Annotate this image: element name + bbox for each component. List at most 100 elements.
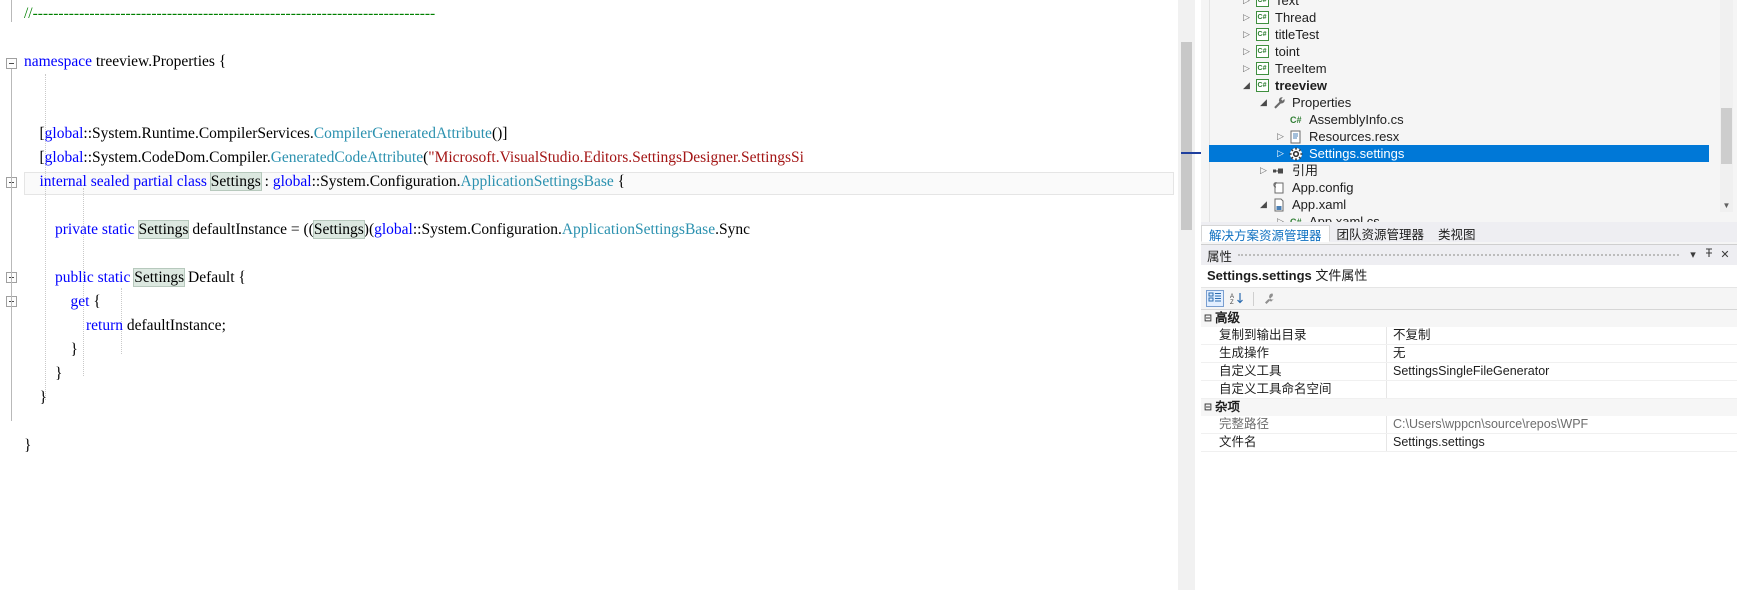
chevron-down-icon[interactable]: ◢ <box>1257 196 1270 213</box>
code-line[interactable] <box>24 98 804 122</box>
code-line[interactable]: get { <box>24 290 804 314</box>
tree-item-app.config[interactable]: App.config <box>1209 179 1709 196</box>
code-line[interactable]: } <box>24 434 804 458</box>
tool-window-tabstrip[interactable]: 解决方案资源管理器 团队资源管理器 类视图 <box>1201 222 1737 243</box>
code-line[interactable]: } <box>24 386 804 410</box>
chevron-down-icon[interactable]: ◢ <box>1240 77 1253 94</box>
property-value[interactable]: 不复制 <box>1387 327 1737 344</box>
chevron-right-icon[interactable]: ▷ <box>1240 26 1253 43</box>
tool-tab-0[interactable]: 解决方案资源管理器 <box>1201 225 1330 243</box>
code-editor[interactable]: //--------------------------------------… <box>0 0 1196 590</box>
categorized-view-icon[interactable] <box>1206 290 1224 307</box>
chevron-right-icon[interactable]: ▷ <box>1274 213 1287 222</box>
tree-item-app.xaml.cs[interactable]: ▷ C# App.xaml.cs <box>1209 213 1709 222</box>
code-line[interactable]: [global::System.Runtime.CompilerServices… <box>24 122 804 146</box>
code-token: internal sealed partial class <box>39 173 207 190</box>
code-line[interactable]: internal sealed partial class Settings :… <box>24 170 804 194</box>
collapse-box-icon[interactable]: ⊟ <box>1201 399 1215 416</box>
property-name: 复制到输出目录 <box>1215 327 1387 344</box>
chevron-down-icon[interactable]: ◢ <box>1257 94 1270 111</box>
property-row[interactable]: 完整路径 C:\Users\wppcn\source\repos\WPF <box>1201 416 1737 434</box>
tree-item-label: Settings.settings <box>1309 146 1405 161</box>
properties-toolbar[interactable]: A Z <box>1201 287 1737 310</box>
chevron-right-icon[interactable]: ▷ <box>1274 145 1287 162</box>
property-row[interactable]: 复制到输出目录 不复制 <box>1201 327 1737 345</box>
code-token: global <box>44 149 84 166</box>
config-icon <box>1270 181 1288 195</box>
tool-tab-1[interactable]: 团队资源管理器 <box>1330 225 1432 242</box>
solution-tree[interactable]: ▷ C# Text ▷ C# Thread ▷ C# titleTest ▷ C# toint ▷ C# T… <box>1209 0 1709 222</box>
code-line[interactable]: [global::System.CodeDom.Compiler.Generat… <box>24 146 804 170</box>
alphabetical-sort-icon[interactable]: A Z <box>1228 290 1246 307</box>
chevron-right-icon[interactable]: ▷ <box>1274 128 1287 145</box>
wrench-icon-svg <box>1265 293 1275 304</box>
property-row[interactable]: 文件名 Settings.settings <box>1201 434 1737 452</box>
tree-item-treeview[interactable]: ◢ C# treeview <box>1209 77 1709 94</box>
chevron-right-icon[interactable]: ▷ <box>1240 0 1253 9</box>
tree-item-assemblyinfo.cs[interactable]: C# AssemblyInfo.cs <box>1209 111 1709 128</box>
wrench-icon <box>1270 96 1288 110</box>
chevron-right-icon[interactable]: ▷ <box>1240 60 1253 77</box>
property-value[interactable]: Settings.settings <box>1387 434 1737 451</box>
code-line[interactable]: public static Settings Default { <box>24 266 804 290</box>
pin-icon[interactable] <box>1701 247 1717 263</box>
property-value[interactable]: SettingsSingleFileGenerator <box>1387 363 1737 380</box>
tree-item-titletest[interactable]: ▷ C# titleTest <box>1209 26 1709 43</box>
property-row[interactable]: 生成操作无 <box>1201 345 1737 363</box>
property-category[interactable]: ⊟ 杂项 <box>1201 399 1737 416</box>
tree-item-treeitem[interactable]: ▷ C# TreeItem <box>1209 60 1709 77</box>
code-token: [ <box>24 125 45 142</box>
tree-item-thread[interactable]: ▷ C# Thread <box>1209 9 1709 26</box>
tree-item-[interactable]: ▷ 引用 <box>1209 162 1709 179</box>
collapse-box-icon[interactable]: ⊟ <box>1201 310 1215 327</box>
tree-item-properties[interactable]: ◢ Properties <box>1209 94 1709 111</box>
csharp-file-icon-glyph: C# <box>1255 62 1269 75</box>
code-token: Settings <box>312 220 365 239</box>
code-text[interactable]: //--------------------------------------… <box>24 2 804 458</box>
code-line[interactable] <box>24 74 804 98</box>
property-pages-icon[interactable] <box>1261 290 1279 307</box>
tree-item-text[interactable]: ▷ C# Text <box>1209 0 1709 9</box>
properties-grid[interactable]: ⊟ 高级 复制到输出目录 不复制 生成操作无自定义工具 SettingsSingleFil… <box>1201 310 1737 452</box>
solution-explorer[interactable]: ▷ C# Text ▷ C# Thread ▷ C# titleTest ▷ C# toint ▷ C# T… <box>1201 0 1737 222</box>
tool-tab-2[interactable]: 类视图 <box>1431 225 1483 242</box>
close-icon[interactable]: ✕ <box>1717 247 1733 263</box>
code-line[interactable]: } <box>24 362 804 386</box>
chevron-down-icon[interactable]: ▼ <box>1720 199 1733 212</box>
tree-item-app.xaml[interactable]: ◢ App.xaml <box>1209 196 1709 213</box>
code-line[interactable]: private static Settings defaultInstance … <box>24 218 804 242</box>
code-line[interactable] <box>24 242 804 266</box>
property-row[interactable]: 自定义工具 SettingsSingleFileGenerator <box>1201 363 1737 381</box>
csharp-code-icon: C# <box>1287 113 1305 127</box>
solution-explorer-scrollbar[interactable] <box>1720 0 1733 212</box>
fold-toggle-namespace[interactable] <box>6 58 17 69</box>
code-line[interactable] <box>24 410 804 434</box>
code-line[interactable] <box>24 26 804 50</box>
properties-window[interactable]: 属性 ▾ ✕ Settings.settings 文件属性 A Z ⊟ 高级 复… <box>1201 244 1737 591</box>
chevron-right-icon[interactable]: ▷ <box>1240 9 1253 26</box>
property-value[interactable]: 无 <box>1387 345 1737 362</box>
solution-explorer-scrollbar-thumb[interactable] <box>1721 108 1732 164</box>
property-category-label: 高级 <box>1215 311 1241 325</box>
outlining-margin[interactable] <box>0 0 22 590</box>
chevron-down-icon[interactable]: ▾ <box>1685 247 1701 263</box>
code-line[interactable]: } <box>24 338 804 362</box>
code-line[interactable] <box>24 194 804 218</box>
tree-item-label: AssemblyInfo.cs <box>1309 112 1404 127</box>
code-line[interactable]: //--------------------------------------… <box>24 2 804 26</box>
tree-item-resources.resx[interactable]: ▷ Resources.resx <box>1209 128 1709 145</box>
editor-scrollbar-thumb[interactable] <box>1181 42 1192 230</box>
properties-subject: Settings.settings 文件属性 <box>1201 265 1737 287</box>
tree-item-toint[interactable]: ▷ C# toint <box>1209 43 1709 60</box>
code-line[interactable]: namespace treeview.Properties { <box>24 50 804 74</box>
code-token: private static <box>55 221 135 238</box>
code-line[interactable]: return defaultInstance; <box>24 314 804 338</box>
property-value[interactable]: C:\Users\wppcn\source\repos\WPF <box>1387 416 1737 433</box>
tree-item-settings.settings[interactable]: ▷ Settings.settings <box>1209 145 1709 162</box>
chevron-right-icon[interactable]: ▷ <box>1240 43 1253 60</box>
code-token: ApplicationSettingsBase <box>561 221 716 238</box>
chevron-right-icon[interactable]: ▷ <box>1257 162 1270 179</box>
property-row[interactable]: 自定义工具命名空间 <box>1201 381 1737 399</box>
property-category[interactable]: ⊟ 高级 <box>1201 310 1737 327</box>
